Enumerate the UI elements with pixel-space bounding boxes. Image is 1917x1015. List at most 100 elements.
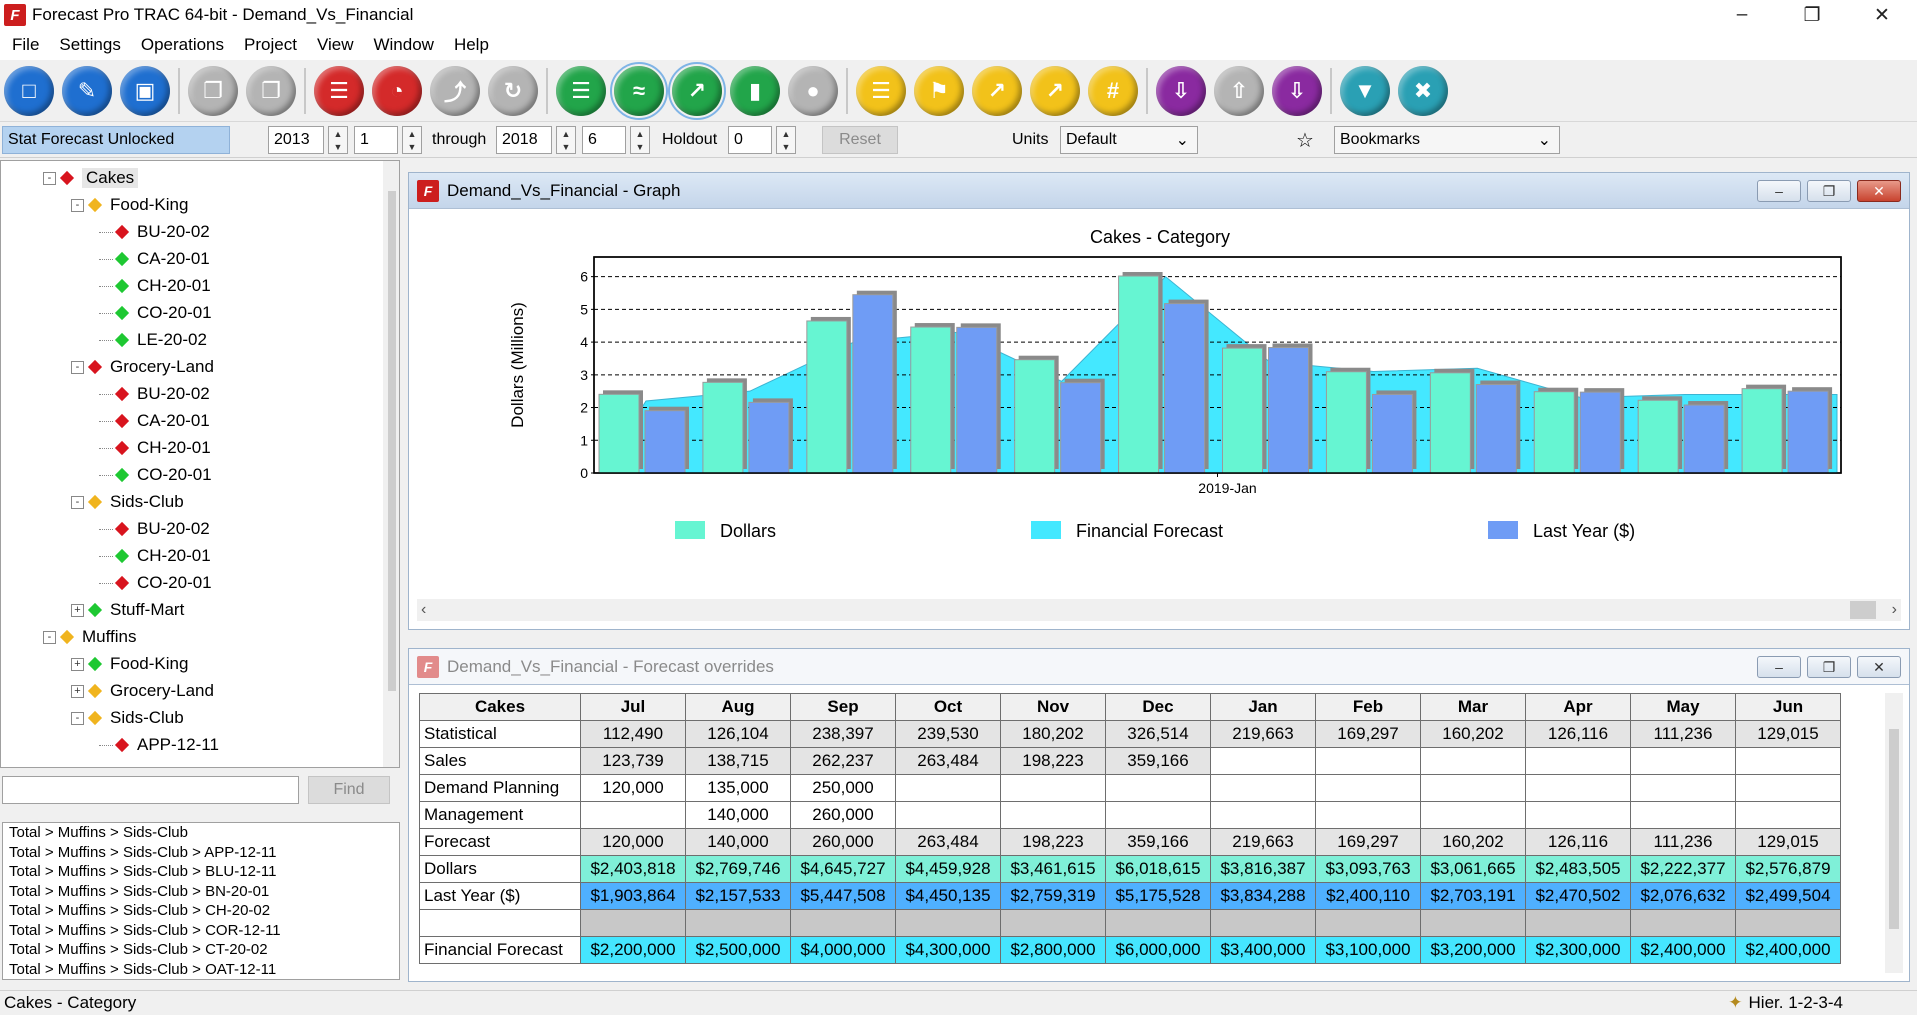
column-header[interactable]: Feb — [1315, 693, 1421, 721]
graph-restore-button[interactable]: ❐ — [1807, 180, 1851, 202]
end-period-spinner[interactable]: ▲ ▼ — [630, 126, 650, 154]
table-cell[interactable]: $6,000,000 — [1105, 936, 1211, 964]
table-cell[interactable] — [1735, 747, 1841, 775]
table-cell[interactable] — [1630, 747, 1736, 775]
row-header[interactable]: Statistical — [419, 720, 581, 748]
table-cell[interactable]: $2,300,000 — [1525, 936, 1631, 964]
table-cell[interactable]: 129,015 — [1735, 828, 1841, 856]
path-item[interactable]: Total > Muffins > Sids-Club > CH-20-02 — [3, 901, 399, 921]
table-cell[interactable]: 126,104 — [685, 720, 791, 748]
bookmarks-dropdown[interactable]: Bookmarks ⌄ — [1334, 126, 1560, 154]
collapse-icon[interactable]: - — [71, 711, 84, 725]
column-header[interactable]: Jan — [1210, 693, 1316, 721]
table-cell[interactable]: $4,000,000 — [790, 936, 896, 964]
table-cell[interactable] — [1525, 909, 1631, 937]
graph-horizontal-scrollbar[interactable]: ‹ › — [417, 599, 1901, 621]
table-cell[interactable]: $2,576,879 — [1735, 855, 1841, 883]
table-cell[interactable] — [1420, 774, 1526, 802]
row-header[interactable] — [419, 909, 581, 937]
table-cell[interactable]: $2,076,632 — [1630, 882, 1736, 910]
table-cell[interactable] — [1735, 801, 1841, 829]
table-cell[interactable]: 123,739 — [580, 747, 686, 775]
table-cell[interactable] — [1105, 774, 1211, 802]
paste-icon[interactable]: ❐ — [246, 65, 296, 116]
table-cell[interactable] — [1315, 774, 1421, 802]
row-header[interactable]: Sales — [419, 747, 581, 775]
tree-node[interactable]: CH-20-01 — [99, 435, 211, 461]
graph-close-button[interactable]: ✕ — [1857, 180, 1901, 202]
table-cell[interactable]: $4,645,727 — [790, 855, 896, 883]
tree-scrollbar[interactable] — [383, 161, 399, 767]
column-header[interactable]: Jun — [1735, 693, 1841, 721]
overrides-restore-button[interactable]: ❐ — [1807, 656, 1851, 678]
override-chart-icon[interactable]: ↗ — [1030, 65, 1080, 116]
overrides-close-button[interactable]: ✕ — [1857, 656, 1901, 678]
table-cell[interactable]: 180,202 — [1000, 720, 1106, 748]
table-cell[interactable]: $2,400,000 — [1735, 936, 1841, 964]
paw-icon[interactable]: ● — [788, 65, 838, 116]
table-cell[interactable] — [895, 774, 1001, 802]
stat-forecast-status[interactable]: Stat Forecast Unlocked — [2, 126, 230, 154]
overrides-minimize-button[interactable]: – — [1757, 656, 1801, 678]
path-item[interactable]: Total > Muffins > Sids-Club > APP-12-11 — [3, 843, 399, 863]
table-cell[interactable] — [1210, 909, 1316, 937]
table-cell[interactable]: 238,397 — [790, 720, 896, 748]
report-icon[interactable]: ☰ — [556, 65, 606, 116]
tree-node[interactable]: BU-20-02 — [99, 219, 210, 245]
bookmark-star-icon[interactable]: ☆ — [1296, 126, 1314, 154]
table-cell[interactable]: $2,222,377 — [1630, 855, 1736, 883]
table-cell[interactable] — [1315, 747, 1421, 775]
table-cell[interactable] — [1315, 909, 1421, 937]
table-cell[interactable] — [1525, 801, 1631, 829]
menu-settings[interactable]: Settings — [49, 35, 130, 55]
scroll-right-icon[interactable]: › — [1892, 601, 1897, 619]
collapse-icon[interactable]: - — [71, 360, 84, 374]
holdout-spinner[interactable]: ▲ ▼ — [776, 126, 796, 154]
expand-icon[interactable]: + — [71, 684, 84, 698]
table-cell[interactable]: $4,459,928 — [895, 855, 1001, 883]
end-year-spinner[interactable]: ▲ ▼ — [556, 126, 576, 154]
column-header[interactable]: Nov — [1000, 693, 1106, 721]
table-cell[interactable]: 120,000 — [580, 828, 686, 856]
table-cell[interactable]: $2,500,000 — [685, 936, 791, 964]
save-project-icon[interactable]: ▣ — [120, 65, 170, 116]
table-cell[interactable]: $2,703,191 — [1420, 882, 1526, 910]
table-cell[interactable] — [685, 909, 791, 937]
table-cell[interactable]: 111,236 — [1630, 720, 1736, 748]
column-header[interactable]: Sep — [790, 693, 896, 721]
graph-minimize-button[interactable]: – — [1757, 180, 1801, 202]
grid-scrollbar-thumb[interactable] — [1889, 729, 1899, 929]
table-cell[interactable] — [1630, 909, 1736, 937]
table-cell[interactable]: 250,000 — [790, 774, 896, 802]
tree-node[interactable]: CO-20-01 — [99, 462, 212, 488]
table-cell[interactable]: $4,300,000 — [895, 936, 1001, 964]
column-header[interactable]: Apr — [1525, 693, 1631, 721]
start-period-field[interactable]: 1 — [354, 126, 398, 154]
table-cell[interactable] — [1420, 801, 1526, 829]
table-cell[interactable]: 219,663 — [1210, 720, 1316, 748]
table-cell[interactable]: 169,297 — [1315, 720, 1421, 748]
tree-node[interactable]: + Grocery-Land — [71, 678, 214, 704]
table-cell[interactable] — [1525, 747, 1631, 775]
table-cell[interactable]: $6,018,615 — [1105, 855, 1211, 883]
table-cell[interactable] — [580, 801, 686, 829]
table-cell[interactable]: $2,403,818 — [580, 855, 686, 883]
collapse-icon[interactable]: - — [71, 198, 84, 212]
tree-node[interactable]: - Sids-Club — [71, 489, 184, 515]
table-cell[interactable]: 260,000 — [790, 801, 896, 829]
flag-icon[interactable]: ⚑ — [914, 65, 964, 116]
table-cell[interactable]: $1,903,864 — [580, 882, 686, 910]
restore-button[interactable]: ❐ — [1777, 0, 1847, 30]
table-cell[interactable]: $3,093,763 — [1315, 855, 1421, 883]
table-cell[interactable] — [1000, 801, 1106, 829]
output-icon[interactable]: ⇩ — [1272, 65, 1322, 116]
start-year-field[interactable]: 2013 — [268, 126, 324, 154]
tree-node[interactable]: CA-20-01 — [99, 408, 210, 434]
table-cell[interactable] — [1525, 774, 1631, 802]
table-cell[interactable]: 326,514 — [1105, 720, 1211, 748]
copy-icon[interactable]: ❐ — [188, 65, 238, 116]
table-cell[interactable]: $4,450,135 — [895, 882, 1001, 910]
table-cell[interactable]: $5,447,508 — [790, 882, 896, 910]
table-cell[interactable]: 111,236 — [1630, 828, 1736, 856]
import-icon[interactable]: ⇧ — [1214, 65, 1264, 116]
